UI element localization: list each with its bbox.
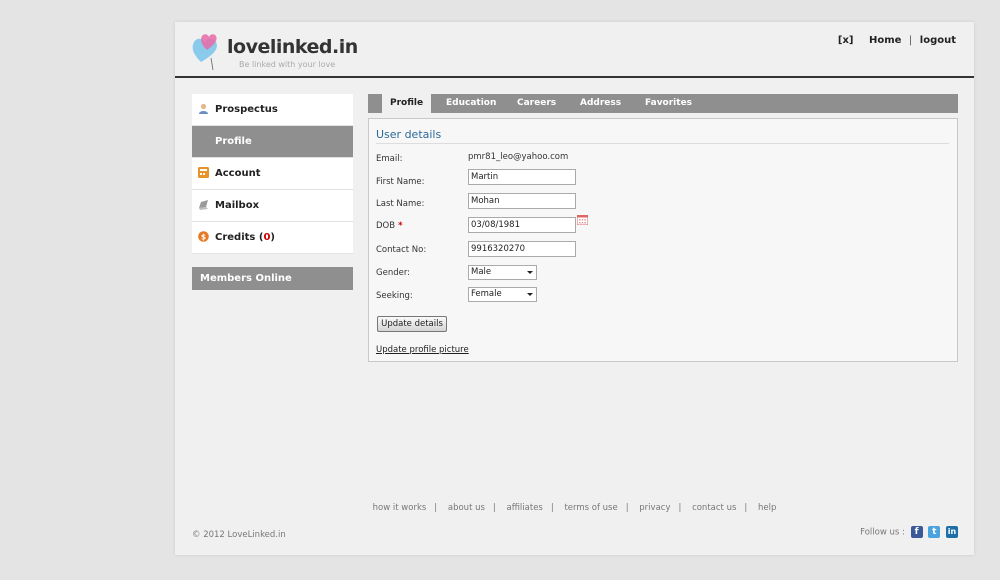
facebook-icon[interactable]: f	[910, 526, 923, 538]
footer-links: how it works | about us | affiliates | term…	[175, 503, 974, 513]
linkedin-icon[interactable]: in	[946, 526, 958, 538]
user-details-panel: User details Email: pmr81_leo@yahoo.com …	[368, 118, 958, 362]
footer-link-contact-us[interactable]: contact us	[692, 503, 736, 513]
top-links-separator: |	[908, 35, 913, 46]
credits-count: 0	[263, 232, 271, 243]
copyright: © 2012 LoveLinked.in	[192, 530, 286, 540]
seeking-select[interactable]: Female	[468, 287, 537, 302]
sidebar-item-account[interactable]: Account	[192, 158, 353, 190]
sidebar-item-credits[interactable]: $ Credits (0)	[192, 222, 353, 254]
tab-address[interactable]: Address	[580, 94, 621, 113]
last-name-field[interactable]: Mohan	[468, 193, 576, 209]
section-title: User details	[376, 128, 442, 141]
sidebar-item-profile[interactable]: Profile	[192, 126, 353, 158]
user-icon	[199, 103, 208, 114]
footer-separator: |	[678, 503, 682, 513]
top-links: [x] Home | logout	[832, 35, 956, 46]
footer-separator: |	[550, 503, 554, 513]
tab-favorites[interactable]: Favorites	[645, 94, 692, 113]
email-label: Email:	[376, 154, 403, 164]
sidebar-item-label: Account	[215, 168, 261, 179]
follow-us: Follow us : f t in	[860, 526, 958, 538]
footer-link-about-us[interactable]: about us	[448, 503, 485, 513]
logo-tagline: Be linked with your love	[239, 60, 336, 69]
last-name-label: Last Name:	[376, 199, 425, 209]
tab-education[interactable]: Education	[446, 94, 496, 113]
calculator-icon	[198, 167, 209, 178]
header: lovelinked.in Be linked with your love […	[175, 22, 974, 78]
tab-bar: Profile Education Careers Address Favori…	[368, 94, 958, 113]
update-profile-picture-link[interactable]: Update profile picture	[376, 345, 469, 355]
sidebar-item-mailbox[interactable]: Mailbox	[192, 190, 353, 222]
section-divider	[376, 143, 949, 144]
mailbox-icon	[199, 200, 208, 210]
logo-text: lovelinked.in	[227, 36, 358, 58]
sidebar-item-label: Profile	[215, 136, 252, 147]
sidebar-item-label: Credits (0)	[215, 232, 275, 243]
footer-link-how-it-works[interactable]: how it works	[373, 503, 427, 513]
gender-select[interactable]: Male	[468, 265, 537, 280]
sidebar-item-label: Prospectus	[215, 104, 278, 115]
hearts-logo-icon	[192, 34, 217, 71]
credits-label: Credits	[215, 232, 256, 243]
first-name-field[interactable]: Martin	[468, 169, 576, 185]
follow-us-label: Follow us :	[860, 527, 905, 538]
chevron-down-icon	[527, 293, 533, 296]
svg-text:$: $	[201, 232, 206, 241]
required-marker: *	[398, 221, 403, 231]
dob-label: DOB *	[376, 221, 403, 231]
footer-link-privacy[interactable]: privacy	[639, 503, 670, 513]
page-container: lovelinked.in Be linked with your love […	[175, 22, 974, 555]
gender-select-value: Male	[471, 267, 492, 277]
chevron-down-icon	[527, 271, 533, 274]
calendar-icon[interactable]	[577, 215, 588, 225]
tab-careers[interactable]: Careers	[517, 94, 556, 113]
footer-link-help[interactable]: help	[758, 503, 776, 513]
twitter-icon[interactable]: t	[928, 526, 941, 538]
seeking-select-value: Female	[471, 289, 502, 299]
sidebar-item-label: Mailbox	[215, 200, 260, 211]
sidebar-item-prospectus[interactable]: Prospectus	[192, 94, 353, 126]
coin-icon: $	[198, 231, 209, 242]
footer-separator: |	[434, 503, 438, 513]
email-value: pmr81_leo@yahoo.com	[468, 152, 569, 162]
footer-separator: |	[744, 503, 748, 513]
seeking-label: Seeking:	[376, 291, 413, 301]
contact-field[interactable]: 9916320270	[468, 241, 576, 257]
footer-separator: |	[625, 503, 629, 513]
footer-link-terms-of-use[interactable]: terms of use	[564, 503, 617, 513]
home-link[interactable]: Home	[869, 35, 901, 46]
logout-link[interactable]: logout	[920, 35, 956, 46]
footer-link-affiliates[interactable]: affiliates	[507, 503, 543, 513]
footer-separator: |	[492, 503, 496, 513]
gender-label: Gender:	[376, 268, 411, 278]
tab-profile[interactable]: Profile	[382, 94, 432, 113]
close-link[interactable]: [x]	[838, 35, 854, 46]
contact-label: Contact No:	[376, 245, 427, 255]
logo[interactable]: lovelinked.in Be linked with your love	[191, 28, 358, 72]
first-name-label: First Name:	[376, 177, 425, 187]
update-details-button[interactable]: Update details	[377, 316, 447, 332]
sidebar: Prospectus Profile Account Mailbox $ Cre…	[192, 94, 353, 290]
dob-label-text: DOB	[376, 221, 396, 231]
members-online-header[interactable]: Members Online	[192, 267, 353, 290]
dob-field[interactable]: 03/08/1981	[468, 217, 576, 233]
